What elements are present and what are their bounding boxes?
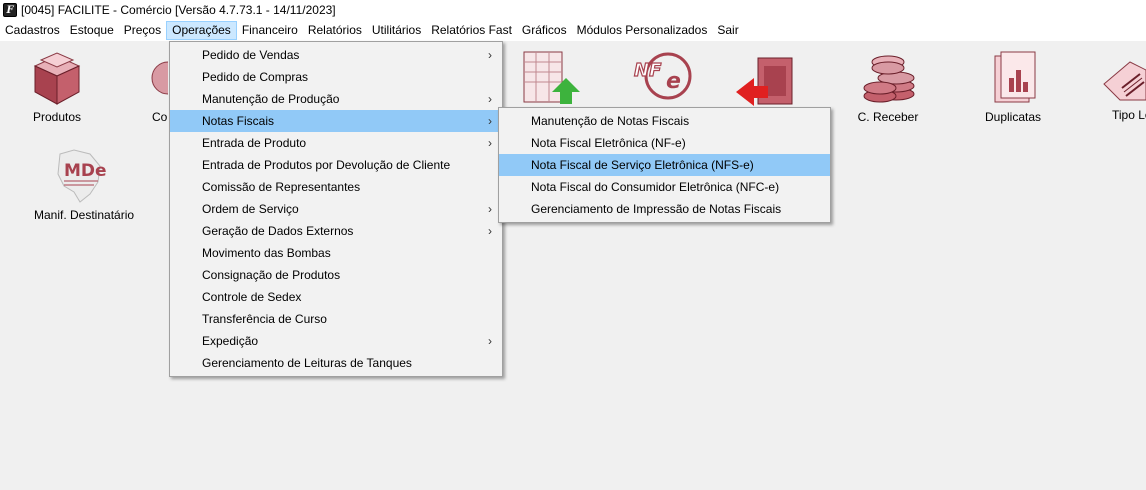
submenu-arrow-icon: › [488, 114, 492, 128]
menu-precos[interactable]: Preços [119, 21, 166, 40]
menu-item-label: Controle de Sedex [202, 290, 302, 304]
shortcut-tipo-lo[interactable]: Tipo Lo [1100, 48, 1146, 122]
menu-item-pedido-de-compras[interactable]: Pedido de Compras [170, 66, 502, 88]
shortcut-produtos-label: Produtos [32, 110, 82, 124]
shortcut-manif-destinatario[interactable]: MDe Manif. Destinatário [34, 148, 135, 222]
shortcut-c-receber-label: C. Receber [857, 110, 919, 124]
menu-item-label: Nota Fiscal Eletrônica (NF-e) [531, 136, 686, 150]
menu-item-consignacao-de-produtos[interactable]: Consignação de Produtos [170, 264, 502, 286]
menu-item-label: Manutenção de Notas Fiscais [531, 114, 690, 128]
shortcut-duplicatas[interactable]: Duplicatas [968, 48, 1058, 124]
menu-graficos[interactable]: Gráficos [517, 21, 572, 40]
menu-item-expedicao[interactable]: Expedição › [170, 330, 502, 352]
nfe-icon[interactable]: NF e [628, 48, 694, 106]
shortcut-produtos[interactable]: Produtos [12, 48, 102, 124]
spreadsheet-upload-icon[interactable] [522, 48, 582, 106]
menu-item-label: Transferência de Curso [202, 312, 327, 326]
shortcut-tipo-lo-label: Tipo Lo [1112, 108, 1146, 122]
menu-item-label: Manutenção de Produção [202, 92, 340, 106]
coins-stack-icon [858, 48, 918, 108]
menu-item-entrada-de-produto[interactable]: Entrada de Produto › [170, 132, 502, 154]
menu-item-label: Consignação de Produtos [202, 268, 341, 282]
menu-cadastros[interactable]: Cadastros [0, 21, 65, 40]
menu-item-label: Expedição [202, 334, 259, 348]
menu-item-label: Geração de Dados Externos [202, 224, 354, 238]
menu-item-label: Ordem de Serviço [202, 202, 299, 216]
submenu-arrow-icon: › [488, 224, 492, 238]
menu-item-label: Pedido de Vendas [202, 48, 300, 62]
menu-item-entrada-devolucao-cliente[interactable]: Entrada de Produtos por Devolução de Cli… [170, 154, 502, 176]
menu-item-label: Entrada de Produto [202, 136, 307, 150]
shortcut-compras-label: Cor [152, 110, 168, 124]
svg-text:NF: NF [634, 60, 662, 81]
title-bar: F [0045] FACILITE - Comércio [Versão 4.7… [0, 0, 1146, 20]
shortcut-manif-label: Manif. Destinatário [34, 208, 135, 222]
menu-item-label: Gerenciamento de Leituras de Tanques [202, 356, 412, 370]
return-document-icon[interactable] [734, 52, 798, 106]
barcode-scanner-icon [1100, 48, 1146, 108]
menu-item-manutencao-de-producao[interactable]: Manutenção de Produção › [170, 88, 502, 110]
menu-item-gerenciamento-leituras-tanques[interactable]: Gerenciamento de Leituras de Tanques [170, 352, 502, 374]
menu-item-pedido-de-vendas[interactable]: Pedido de Vendas › [170, 44, 502, 66]
submenu-arrow-icon: › [488, 92, 492, 106]
menu-modulos-personalizados[interactable]: Módulos Personalizados [572, 21, 713, 40]
mde-logo-text: MDe [64, 161, 107, 181]
menu-item-transferencia-de-curso[interactable]: Transferência de Curso [170, 308, 502, 330]
menu-relatorios[interactable]: Relatórios [303, 21, 367, 40]
menu-item-label: Nota Fiscal de Serviço Eletrônica (NFS-e… [531, 158, 754, 172]
menu-item-label: Entrada de Produtos por Devolução de Cli… [202, 158, 451, 172]
svg-text:e: e [666, 69, 681, 94]
submenu-item-nfe[interactable]: Nota Fiscal Eletrônica (NF-e) [499, 132, 830, 154]
submenu-arrow-icon: › [488, 136, 492, 150]
box-icon [27, 48, 87, 108]
menu-item-label: Nota Fiscal do Consumidor Eletrônica (NF… [531, 180, 780, 194]
menu-estoque[interactable]: Estoque [65, 21, 119, 40]
menu-relatorios-fast[interactable]: Relatórios Fast [426, 21, 517, 40]
menu-item-label: Pedido de Compras [202, 70, 309, 84]
menu-item-label: Movimento das Bombas [202, 246, 331, 260]
menu-item-geracao-dados-externos[interactable]: Geração de Dados Externos › [170, 220, 502, 242]
menu-item-comissao-representantes[interactable]: Comissão de Representantes [170, 176, 502, 198]
menu-item-ordem-de-servico[interactable]: Ordem de Serviço › [170, 198, 502, 220]
operacoes-dropdown: Pedido de Vendas › Pedido de Compras Manu… [169, 41, 503, 377]
menu-utilitarios[interactable]: Utilitários [367, 21, 426, 40]
shortcut-duplicatas-label: Duplicatas [984, 110, 1042, 124]
shortcut-c-receber[interactable]: C. Receber [843, 48, 933, 124]
menu-item-label: Comissão de Representantes [202, 180, 361, 194]
menu-item-label: Gerenciamento de Impressão de Notas Fisc… [531, 202, 782, 216]
submenu-item-gerenciamento-impressao[interactable]: Gerenciamento de Impressão de Notas Fisc… [499, 198, 830, 220]
submenu-arrow-icon: › [488, 202, 492, 216]
submenu-arrow-icon: › [488, 48, 492, 62]
mde-logo-icon: MDe [50, 148, 110, 206]
submenu-arrow-icon: › [488, 334, 492, 348]
menu-financeiro[interactable]: Financeiro [237, 21, 303, 40]
window-title: [0045] FACILITE - Comércio [Versão 4.7.7… [21, 3, 336, 17]
partial-icon [128, 48, 168, 108]
documents-chart-icon [983, 48, 1043, 108]
menu-operacoes[interactable]: Operações [166, 21, 237, 40]
menu-item-notas-fiscais[interactable]: Notas Fiscais › [170, 110, 502, 132]
submenu-item-nfce[interactable]: Nota Fiscal do Consumidor Eletrônica (NF… [499, 176, 830, 198]
shortcut-compras[interactable]: Cor [128, 48, 168, 124]
menu-item-label: Notas Fiscais [202, 114, 275, 128]
menu-item-controle-de-sedex[interactable]: Controle de Sedex [170, 286, 502, 308]
notas-fiscais-submenu: Manutenção de Notas Fiscais Nota Fiscal … [498, 107, 831, 223]
submenu-item-manutencao-notas-fiscais[interactable]: Manutenção de Notas Fiscais [499, 110, 830, 132]
menu-bar: Cadastros Estoque Preços Operações Finan… [0, 20, 1146, 41]
menu-sair[interactable]: Sair [712, 21, 743, 40]
submenu-item-nfse[interactable]: Nota Fiscal de Serviço Eletrônica (NFS-e… [499, 154, 830, 176]
menu-item-movimento-das-bombas[interactable]: Movimento das Bombas [170, 242, 502, 264]
app-logo-icon[interactable]: F [3, 3, 17, 17]
